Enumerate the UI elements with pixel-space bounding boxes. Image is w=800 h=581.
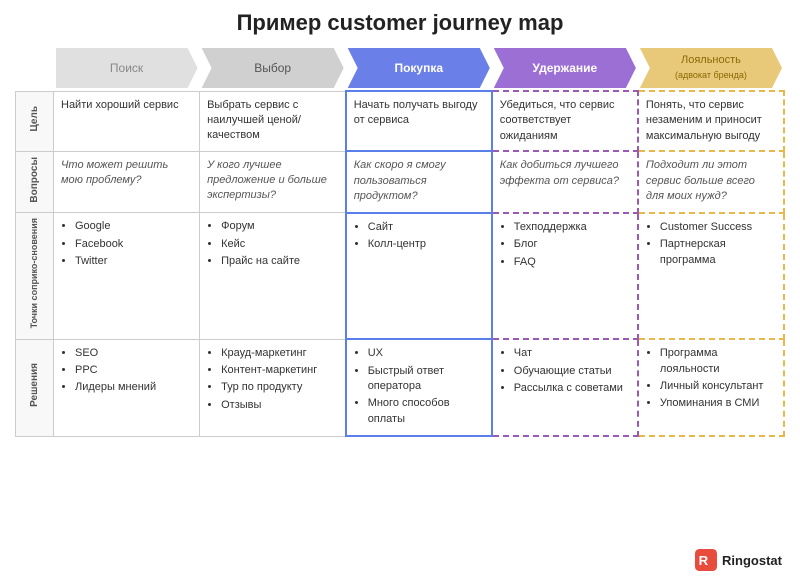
- page: Пример customer journey map Поиск Выбор: [0, 0, 800, 581]
- cell-resheniya-2: Крауд-маркетинг Контент-маркетинг Тур по…: [200, 339, 346, 436]
- cell-tsel-3: Начать получать выгоду от сервиса: [346, 91, 492, 151]
- stage-loyalnost: Лояльность(адвокат бренда): [638, 46, 784, 91]
- label-tochki: Точки соприко-сновения: [16, 213, 54, 339]
- svg-text:R: R: [699, 553, 709, 568]
- cell-resheniya-1: SEO PPC Лидеры мнений: [54, 339, 200, 436]
- row-resheniya: Решения SEO PPC Лидеры мнений Крауд-марк…: [16, 339, 785, 436]
- cell-tsel-2: Выбрать сервис с наилучшей ценой/качеств…: [200, 91, 346, 151]
- cell-tsel-4: Убедиться, что сервис соответствует ожид…: [492, 91, 638, 151]
- cell-voprosy-3: Как скоро я смогу пользоваться продуктом…: [346, 151, 492, 213]
- cell-tochki-1: Google Facebook Twitter: [54, 213, 200, 339]
- row-tsel: Цель Найти хороший сервис Выбрать сервис…: [16, 91, 785, 151]
- cell-resheniya-4: Чат Обучающие статьи Рассылка с советами: [492, 339, 638, 436]
- stage-header-row: Поиск Выбор Покупка: [16, 46, 785, 91]
- ringostat-icon: R: [695, 549, 717, 571]
- cell-tochki-2: Форум Кейс Прайс на сайте: [200, 213, 346, 339]
- cell-voprosy-4: Как добиться лучшего эффекта от сервиса?: [492, 151, 638, 213]
- stage-uderzhanie: Удержание: [492, 46, 638, 91]
- page-title: Пример customer journey map: [15, 10, 785, 36]
- cell-voprosy-2: У кого лучшее предложение и больше экспе…: [200, 151, 346, 213]
- cell-resheniya-5: Программа лояльности Личный консультант …: [638, 339, 784, 436]
- stage-vybor: Выбор: [200, 46, 346, 91]
- label-tsel: Цель: [16, 91, 54, 151]
- label-empty: [16, 46, 54, 91]
- cell-tochki-4: Техподдержка Блог FAQ: [492, 213, 638, 339]
- cell-tsel-1: Найти хороший сервис: [54, 91, 200, 151]
- label-voprosy: Вопросы: [16, 151, 54, 213]
- row-voprosy: Вопросы Что может решить мою проблему? У…: [16, 151, 785, 213]
- cell-tochki-3: Сайт Колл-центр: [346, 213, 492, 339]
- ringostat-text: Ringostat: [722, 553, 782, 568]
- journey-table: Поиск Выбор Покупка: [15, 46, 785, 437]
- table-container: Поиск Выбор Покупка: [15, 46, 785, 437]
- ringostat-logo: R Ringostat: [695, 549, 782, 571]
- cell-tochki-5: Customer Success Партнерская программа: [638, 213, 784, 339]
- cell-resheniya-3: UX Быстрый ответ оператора Много способо…: [346, 339, 492, 436]
- cell-tsel-5: Понять, что сервис незаменим и приносит …: [638, 91, 784, 151]
- row-tochki: Точки соприко-сновения Google Facebook T…: [16, 213, 785, 339]
- stage-poisk: Поиск: [54, 46, 200, 91]
- cell-voprosy-5: Подходит ли этот сервис больше всего для…: [638, 151, 784, 213]
- stage-pokupka: Покупка: [346, 46, 492, 91]
- label-resheniya: Решения: [16, 339, 54, 436]
- cell-voprosy-1: Что может решить мою проблему?: [54, 151, 200, 213]
